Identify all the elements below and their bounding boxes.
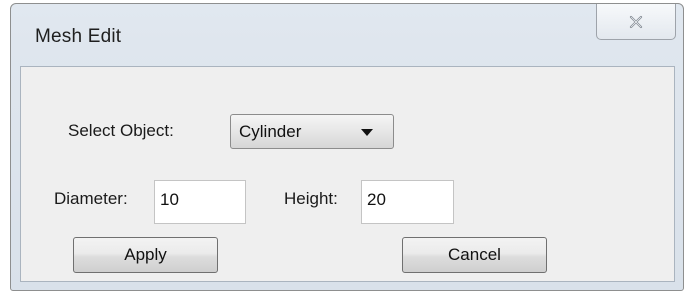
height-input[interactable]: 20 bbox=[361, 180, 454, 224]
select-object-dropdown[interactable]: Cylinder bbox=[230, 114, 394, 149]
diameter-label: Diameter: bbox=[54, 189, 128, 208]
window-title: Mesh Edit bbox=[35, 26, 122, 47]
height-label: Height: bbox=[284, 189, 338, 208]
close-button[interactable] bbox=[596, 4, 676, 40]
chevron-down-icon bbox=[361, 129, 373, 136]
apply-button[interactable]: Apply bbox=[73, 237, 218, 273]
select-object-label: Select Object: bbox=[68, 121, 174, 140]
select-object-value: Cylinder bbox=[239, 122, 302, 141]
dialog-body: Select Object: Cylinder Diameter: 10 Hei… bbox=[20, 66, 675, 282]
diameter-input[interactable]: 10 bbox=[154, 180, 246, 224]
mesh-edit-dialog: Mesh Edit Select Object: Cylinder Diamet… bbox=[10, 3, 684, 291]
title-bar[interactable]: Mesh Edit bbox=[11, 4, 683, 64]
close-x-icon bbox=[629, 15, 643, 28]
cancel-button[interactable]: Cancel bbox=[402, 237, 547, 273]
